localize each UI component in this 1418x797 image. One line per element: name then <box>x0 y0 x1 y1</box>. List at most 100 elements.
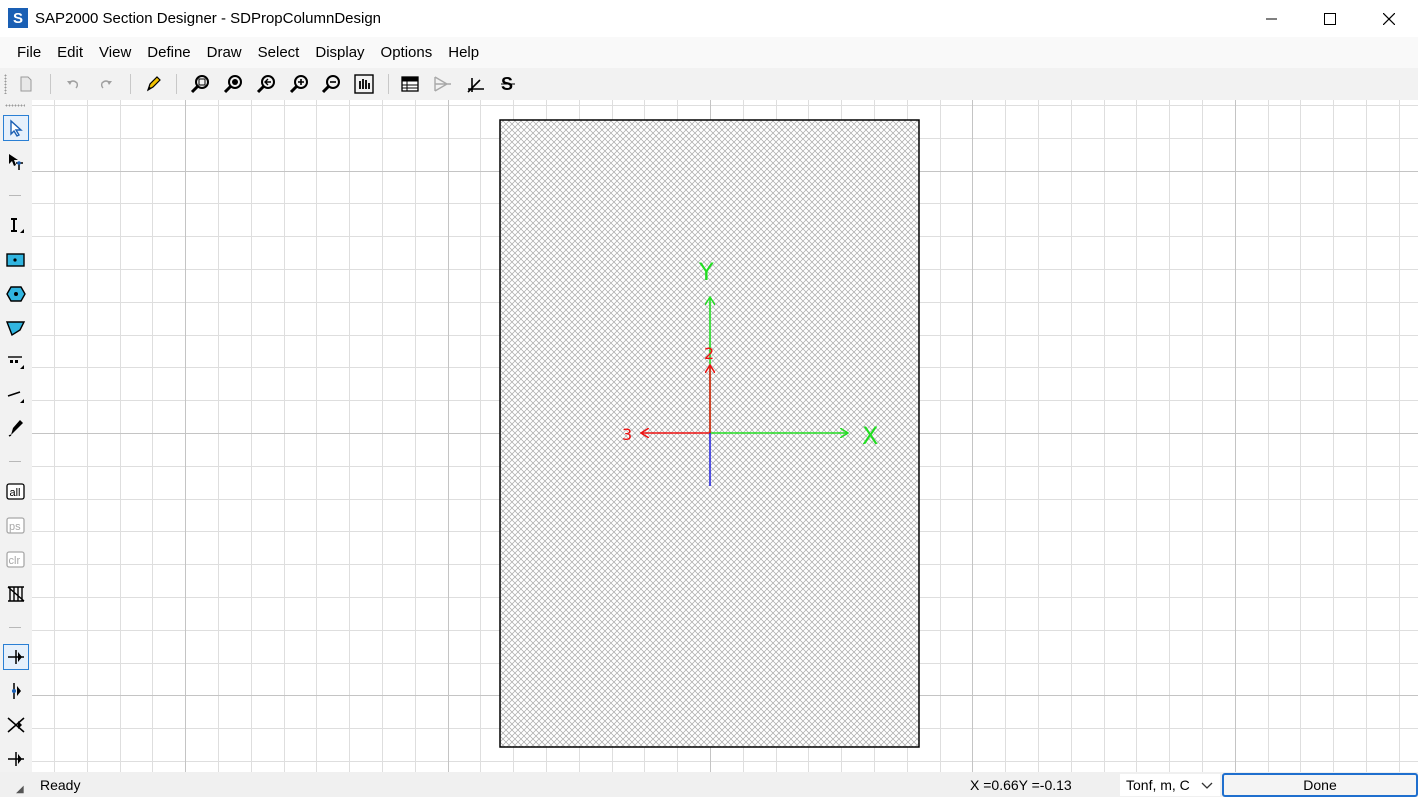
menu-help[interactable]: Help <box>440 37 487 68</box>
draw-reference-line-button[interactable] <box>3 415 29 441</box>
previous-selection-text: ps <box>9 521 21 533</box>
show-section-button[interactable] <box>431 72 455 96</box>
window-title: SAP2000 Section Designer - SDPropColumnD… <box>35 10 382 27</box>
axes-icon <box>467 78 484 93</box>
show-section-icon <box>434 76 451 92</box>
clear-selection-button[interactable]: clr <box>3 547 29 573</box>
redo-button[interactable] <box>94 72 118 96</box>
draw-polygon-button[interactable] <box>3 315 29 341</box>
draw-solid-circle-icon <box>6 286 26 302</box>
clear-selection-text: clr <box>9 555 21 567</box>
reshape-button[interactable] <box>3 149 29 175</box>
title-bar: S SAP2000 Section Designer - SDPropColum… <box>0 0 1418 37</box>
intersecting-line-select-button[interactable] <box>3 581 29 607</box>
previous-selection-icon: ps <box>6 517 25 534</box>
draw-solid-rectangle-button[interactable] <box>3 247 29 273</box>
draw-mode-button[interactable] <box>141 72 165 96</box>
snap-s-icon: S <box>501 75 515 93</box>
restore-full-view-button[interactable] <box>221 72 245 96</box>
status-bar: ◢ Ready X =0.66Y =-0.13 Tonf, m, C Done <box>0 772 1418 797</box>
undo-button[interactable] <box>61 72 85 96</box>
menu-options[interactable]: Options <box>373 37 441 68</box>
draw-solid-circle-button[interactable] <box>3 281 29 307</box>
undo-icon <box>67 80 79 89</box>
snap-button[interactable]: S <box>496 72 520 96</box>
units-dropdown[interactable]: Tonf, m, C <box>1120 774 1220 796</box>
snap-to-edge-icon <box>8 752 24 766</box>
menu-draw[interactable]: Draw <box>199 37 250 68</box>
sap2000-app-icon[interactable]: S <box>8 8 28 28</box>
pointer-button[interactable] <box>3 115 29 141</box>
new-icon <box>20 76 32 92</box>
zoom-out-button[interactable] <box>319 72 343 96</box>
draw-structural-shape-button[interactable] <box>3 213 29 239</box>
previous-selection-button[interactable]: ps <box>3 513 29 539</box>
pan-button[interactable] <box>352 72 376 96</box>
maximize-button[interactable] <box>1301 0 1359 37</box>
draw-solid-rectangle-icon <box>6 253 25 267</box>
previous-zoom-icon <box>256 75 275 94</box>
global-x-label: X <box>862 422 878 450</box>
minimize-icon <box>1266 18 1277 19</box>
new-button[interactable] <box>14 72 38 96</box>
main-toolbar: S <box>0 68 1418 100</box>
draw-reinforcing-single-bar-button[interactable] <box>3 349 29 375</box>
axes-button[interactable] <box>464 72 488 96</box>
snap-to-intersections-button[interactable] <box>3 712 29 738</box>
maximize-icon <box>1324 12 1336 25</box>
draw-reinforcing-line-icon <box>7 391 24 403</box>
zoom-out-icon <box>321 75 340 94</box>
zoom-rubber-band-icon <box>190 75 209 94</box>
draw-structural-shape-icon <box>11 218 24 233</box>
clear-selection-icon: clr <box>6 551 25 568</box>
pointer-icon <box>10 119 23 137</box>
menu-display[interactable]: Display <box>307 37 372 68</box>
status-text: Ready <box>40 777 81 793</box>
drawing-area[interactable]: X Y 3 2 <box>32 100 1418 772</box>
zoom-in-button[interactable] <box>287 72 311 96</box>
resize-grip-icon[interactable]: ◢ <box>16 784 24 795</box>
tables-button[interactable] <box>398 72 422 96</box>
menu-bar: File Edit View Define Draw Select Displa… <box>0 37 1418 68</box>
local-3-label: 3 <box>622 425 632 444</box>
done-button[interactable]: Done <box>1222 773 1418 797</box>
intersecting-line-icon <box>7 586 25 602</box>
select-all-text: all <box>10 487 21 499</box>
menu-edit[interactable]: Edit <box>49 37 91 68</box>
zoom-in-icon <box>289 75 308 94</box>
restore-full-view-icon <box>223 75 242 94</box>
redo-icon <box>100 80 112 89</box>
close-button[interactable] <box>1360 0 1418 37</box>
rubber-band-zoom-button[interactable] <box>188 72 212 96</box>
draw-polygon-icon <box>6 321 26 337</box>
section-canvas[interactable]: X Y 3 2 <box>32 100 1418 772</box>
left-toolbar-grip[interactable] <box>5 104 25 107</box>
menu-select[interactable]: Select <box>250 37 308 68</box>
previous-zoom-button[interactable] <box>254 72 278 96</box>
draw-reinforcing-single-bar-icon <box>8 356 24 369</box>
local-2-label: 2 <box>704 344 714 363</box>
units-value: Tonf, m, C <box>1126 777 1190 793</box>
chevron-down-icon <box>1201 782 1213 789</box>
menu-file[interactable]: File <box>9 37 49 68</box>
draw-reference-line-icon <box>8 420 23 437</box>
draw-reinforcing-line-button[interactable] <box>3 383 29 409</box>
menu-define[interactable]: Define <box>139 37 198 68</box>
reshape-icon <box>9 154 23 170</box>
close-icon <box>1383 12 1395 25</box>
snap-to-lines-icon <box>12 683 21 699</box>
cursor-coordinates: X =0.66Y =-0.13 <box>970 777 1072 793</box>
snap-to-intersections-icon <box>7 717 25 733</box>
toolbar-grip[interactable] <box>4 74 7 94</box>
select-all-button[interactable]: all <box>3 479 29 505</box>
snap-to-lines-button[interactable] <box>3 678 29 704</box>
pan-icon <box>354 74 374 94</box>
snap-to-points-button[interactable] <box>3 644 29 670</box>
minimize-button[interactable] <box>1243 0 1301 37</box>
snap-to-points-icon <box>8 650 24 664</box>
menu-view[interactable]: View <box>91 37 139 68</box>
pencil-icon <box>146 76 161 92</box>
snap-to-edge-button[interactable] <box>3 746 29 772</box>
tables-icon <box>401 76 419 92</box>
draw-toolbar: all ps clr <box>0 100 32 772</box>
